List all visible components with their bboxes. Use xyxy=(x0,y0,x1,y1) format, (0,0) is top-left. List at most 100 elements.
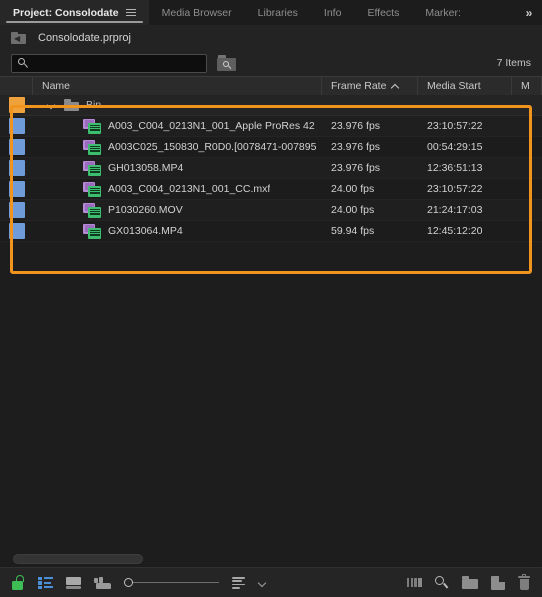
scrollbar-thumb[interactable] xyxy=(13,553,143,564)
label-color-cell[interactable] xyxy=(0,200,33,220)
panel-bottom-toolbar xyxy=(0,567,542,597)
item-name: A003_C004_0213N1_001_CC.mxf xyxy=(108,183,271,195)
media-start-cell: 23:10:57:22 xyxy=(427,183,483,195)
expand-chevron-icon[interactable] xyxy=(47,100,57,110)
media-start-cell: 21:24:17:03 xyxy=(427,204,483,216)
name-cell[interactable]: Bin xyxy=(33,95,322,115)
frame-rate-cell: 24.00 fps xyxy=(331,183,375,195)
tab-label: Info xyxy=(323,6,342,19)
new-item-icon[interactable] xyxy=(491,575,505,590)
panel-tab-bar: Project: Consolodate Media Browser Libra… xyxy=(0,0,542,25)
table-row[interactable]: A003_C004_0213N1_001_CC.mxf 24.00 fps 23… xyxy=(0,179,542,200)
list-view-icon[interactable] xyxy=(38,576,53,589)
video-clip-icon xyxy=(83,160,101,176)
label-color-swatch[interactable] xyxy=(8,97,25,113)
zoom-slider[interactable] xyxy=(124,577,219,589)
name-cell[interactable]: GH013058.MP4 xyxy=(33,158,322,178)
label-color-swatch[interactable] xyxy=(8,139,25,155)
label-color-cell[interactable] xyxy=(0,158,33,178)
frame-rate-cell: 23.976 fps xyxy=(331,120,381,132)
tab-project-consolodate[interactable]: Project: Consolodate xyxy=(0,0,149,25)
label-color-cell[interactable] xyxy=(0,221,33,241)
column-header-label: Name xyxy=(42,80,71,92)
label-color-swatch[interactable] xyxy=(8,118,25,134)
zoom-slider-handle[interactable] xyxy=(124,578,133,587)
icon-view-icon[interactable] xyxy=(66,576,81,589)
column-header-more[interactable]: M xyxy=(512,77,542,95)
item-name: A003C025_150830_R0D0.[0078471-007895 xyxy=(108,141,317,153)
horizontal-scrollbar[interactable] xyxy=(0,550,542,567)
delete-icon[interactable] xyxy=(518,573,530,590)
tab-libraries[interactable]: Libraries xyxy=(245,0,311,25)
sort-ascending-icon[interactable] xyxy=(392,84,400,89)
column-header-label: Frame Rate xyxy=(331,80,387,92)
find-icon[interactable] xyxy=(435,575,449,590)
column-header-media-start[interactable]: Media Start xyxy=(418,77,512,95)
video-clip-icon xyxy=(83,139,101,155)
table-row[interactable]: P1030260.MOV 24.00 fps 21:24:17:03 xyxy=(0,200,542,221)
breadcrumb-project-name[interactable]: Consolodate.prproj xyxy=(38,32,131,44)
tab-label: Project: Consolodate xyxy=(13,6,119,19)
more-cell xyxy=(512,116,542,136)
name-cell[interactable]: P1030260.MOV xyxy=(33,200,322,220)
label-color-swatch[interactable] xyxy=(8,160,25,176)
label-color-cell[interactable] xyxy=(0,137,33,157)
column-header-frame-rate[interactable]: Frame Rate xyxy=(322,77,418,95)
new-bin-icon[interactable] xyxy=(462,576,478,589)
search-icon xyxy=(18,57,29,69)
project-item-list[interactable]: Bin A003_C004_0213N1_001_Apple ProRes 42… xyxy=(0,95,542,550)
search-box[interactable] xyxy=(11,53,207,73)
table-row[interactable]: A003_C004_0213N1_001_Apple ProRes 42 23.… xyxy=(0,116,542,137)
breadcrumb: ◀ Consolodate.prproj xyxy=(0,25,542,50)
column-header-label-swatch[interactable] xyxy=(0,77,33,95)
name-cell[interactable]: A003C025_150830_R0D0.[0078471-007895 xyxy=(33,137,322,157)
table-row[interactable]: A003C025_150830_R0D0.[0078471-007895 23.… xyxy=(0,137,542,158)
freeform-view-icon[interactable] xyxy=(94,576,111,589)
item-name: GX013064.MP4 xyxy=(108,225,183,237)
label-color-swatch[interactable] xyxy=(8,202,25,218)
more-cell xyxy=(512,137,542,157)
label-color-swatch[interactable] xyxy=(8,223,25,239)
tab-overflow-chevron-icon[interactable]: » xyxy=(516,0,542,25)
automate-to-sequence-icon[interactable] xyxy=(407,577,422,588)
media-start-cell: 12:45:12:20 xyxy=(427,225,483,237)
video-clip-icon xyxy=(83,202,101,218)
media-start-cell: 23:10:57:22 xyxy=(427,120,483,132)
tab-media-browser[interactable]: Media Browser xyxy=(149,0,245,25)
scrollbar-track[interactable] xyxy=(8,553,534,564)
navigate-up-folder-icon[interactable]: ◀ xyxy=(11,31,27,44)
label-color-cell[interactable] xyxy=(0,95,33,115)
frame-rate-cell: 23.976 fps xyxy=(331,141,381,153)
label-color-cell[interactable] xyxy=(0,179,33,199)
find-in-bin-icon[interactable] xyxy=(217,55,236,71)
project-panel: Project: Consolodate Media Browser Libra… xyxy=(0,0,542,597)
hamburger-menu-icon[interactable] xyxy=(125,9,136,16)
search-row: 7 Items xyxy=(0,50,542,76)
column-header-label: Media Start xyxy=(427,80,481,92)
tab-markers[interactable]: Marker: xyxy=(412,0,474,25)
label-color-cell[interactable] xyxy=(0,116,33,136)
tab-effects[interactable]: Effects xyxy=(354,0,412,25)
frame-rate-cell: 23.976 fps xyxy=(331,162,381,174)
table-row[interactable]: Bin xyxy=(0,95,542,116)
video-clip-icon xyxy=(83,118,101,134)
zoom-slider-track[interactable] xyxy=(133,581,219,584)
tab-info[interactable]: Info xyxy=(311,0,355,25)
video-clip-icon xyxy=(83,181,101,197)
name-cell[interactable]: A003_C004_0213N1_001_Apple ProRes 42 xyxy=(33,116,322,136)
tab-label: Media Browser xyxy=(161,6,232,19)
chevron-down-icon[interactable] xyxy=(258,578,268,588)
media-start-cell: 00:54:29:15 xyxy=(427,141,483,153)
name-cell[interactable]: A003_C004_0213N1_001_CC.mxf xyxy=(33,179,322,199)
lock-open-icon[interactable] xyxy=(12,575,25,590)
label-color-swatch[interactable] xyxy=(8,181,25,197)
frame-rate-cell: 24.00 fps xyxy=(331,204,375,216)
column-header-name[interactable]: Name xyxy=(33,77,322,95)
table-row[interactable]: GH013058.MP4 23.976 fps 12:36:51:13 xyxy=(0,158,542,179)
search-input[interactable] xyxy=(29,57,206,69)
sort-icon[interactable] xyxy=(232,577,245,589)
tab-label: Effects xyxy=(367,6,400,19)
more-cell xyxy=(512,158,542,178)
table-row[interactable]: GX013064.MP4 59.94 fps 12:45:12:20 xyxy=(0,221,542,242)
name-cell[interactable]: GX013064.MP4 xyxy=(33,221,322,241)
